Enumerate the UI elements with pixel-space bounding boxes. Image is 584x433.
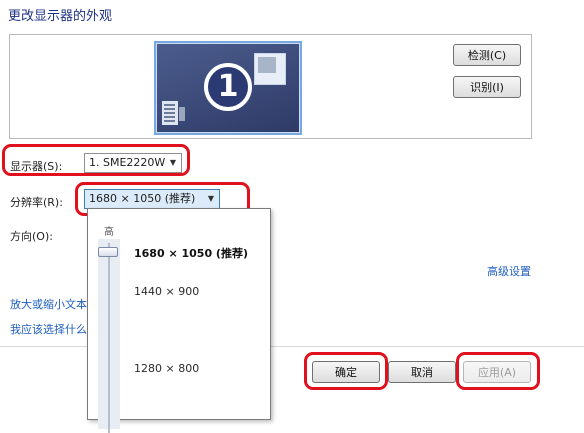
which-settings-link[interactable]: 我应该选择什么 — [10, 321, 87, 337]
slider-thumb[interactable] — [98, 247, 118, 257]
resolution-option[interactable]: 1280 × 800 — [134, 362, 199, 375]
resolution-dropdown[interactable]: 高 1680 × 1050 (推荐) 1440 × 900 1280 × 800 — [87, 208, 271, 433]
window-thumbnail — [254, 53, 286, 85]
highlight-ring-ok — [304, 352, 388, 390]
resolution-option[interactable]: 1680 × 1050 (推荐) — [134, 245, 248, 261]
window-thumbnail — [179, 107, 185, 121]
advanced-settings-link[interactable]: 高级设置 — [487, 263, 531, 279]
monitor-icon[interactable]: 1 — [154, 41, 302, 135]
slider-high-label: 高 — [104, 227, 114, 238]
window-thumbnail — [162, 101, 178, 125]
resolution-label: 分辨率(R): — [10, 196, 63, 209]
highlight-ring-display — [2, 144, 190, 176]
slider-track[interactable] — [108, 243, 110, 433]
page-title: 更改显示器的外观 — [8, 9, 113, 24]
monitor-number: 1 — [204, 63, 252, 111]
highlight-ring-apply — [456, 352, 540, 390]
detect-button[interactable]: 检测(C) — [453, 44, 521, 66]
text-size-link[interactable]: 放大或缩小文本 — [10, 296, 87, 312]
identify-button[interactable]: 识别(I) — [453, 76, 521, 98]
cancel-button[interactable]: 取消 — [388, 361, 456, 383]
orientation-label: 方向(O): — [10, 230, 53, 243]
resolution-option[interactable]: 1440 × 900 — [134, 285, 199, 298]
